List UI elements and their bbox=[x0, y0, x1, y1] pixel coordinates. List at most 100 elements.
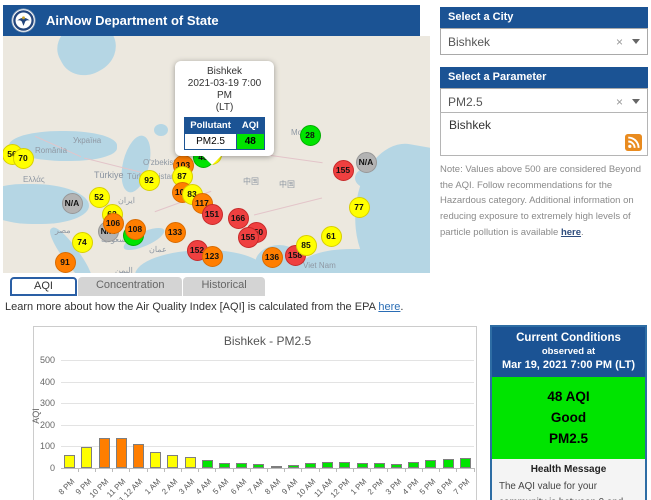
chart-x-tick bbox=[405, 468, 406, 472]
aqi-marker-91[interactable]: 91 bbox=[55, 252, 76, 273]
aqi-marker-123[interactable]: 123 bbox=[202, 246, 223, 267]
aqi-marker-106[interactable]: 106 bbox=[103, 213, 124, 234]
chart-y-tick-label: 500 bbox=[31, 355, 55, 365]
chart-bar-2-pm bbox=[374, 463, 385, 468]
learn-more-text: Learn more about how the Air Quality Ind… bbox=[5, 301, 403, 313]
popup-aqi-value: 48 bbox=[236, 134, 264, 150]
state-department-seal-icon bbox=[11, 8, 36, 33]
chart-bar-12-pm bbox=[339, 462, 350, 468]
chart-bar-4-pm bbox=[408, 462, 419, 468]
aqi-marker-N/A[interactable]: N/A bbox=[356, 152, 377, 173]
chart-x-tick bbox=[112, 468, 113, 472]
aqi-marker-77[interactable]: 77 bbox=[349, 197, 370, 218]
chart-x-tick bbox=[147, 468, 148, 472]
current-conditions-header: Current Conditions observed at Mar 19, 2… bbox=[492, 327, 645, 377]
map-country-label: 中国 bbox=[279, 179, 295, 190]
map-country-label: Ελλάς bbox=[23, 175, 45, 184]
feed-box-text: Bishkek bbox=[449, 118, 491, 132]
parameter-select[interactable]: PM2.5 × bbox=[440, 88, 648, 115]
map-country-label: مصر bbox=[55, 226, 71, 235]
chart-bar-9-am bbox=[288, 465, 299, 468]
note-suffix: . bbox=[581, 227, 584, 238]
popup-pollutant-value: PM2.5 bbox=[185, 134, 237, 150]
tab-aqi[interactable]: AQI bbox=[10, 277, 77, 296]
popup-col-aqi: AQI bbox=[236, 118, 264, 134]
chart-x-tick bbox=[129, 468, 130, 472]
current-pollutant: PM2.5 bbox=[492, 428, 645, 449]
current-aqi-category: Good bbox=[492, 407, 645, 428]
aqi-marker-74[interactable]: 74 bbox=[72, 232, 93, 253]
app-header: AirNow Department of State bbox=[3, 5, 420, 36]
tab-historical[interactable]: Historical bbox=[183, 277, 264, 296]
aqi-marker-151[interactable]: 151 bbox=[202, 204, 223, 225]
chart-x-tick bbox=[284, 468, 285, 472]
chart-bar-9-pm bbox=[81, 447, 92, 468]
map-popup: Bishkek 2021-03-19 7:00 PM (LT) Pollutan… bbox=[175, 61, 274, 156]
aqi-marker-52[interactable]: 52 bbox=[89, 187, 110, 208]
chart-bar-10-am bbox=[305, 463, 316, 468]
chart-gridline bbox=[61, 425, 474, 426]
particle-pollution-link[interactable]: here bbox=[561, 227, 581, 238]
beyond-aqi-note: Note: Values above 500 are considered Be… bbox=[440, 162, 651, 240]
aqi-marker-155[interactable]: 155 bbox=[238, 227, 259, 248]
map-country-label: Viet Nam bbox=[303, 261, 336, 270]
city-clear-icon[interactable]: × bbox=[616, 35, 623, 49]
chart-x-tick bbox=[422, 468, 423, 472]
city-select[interactable]: Bishkek × bbox=[440, 28, 648, 55]
aqi-marker-92[interactable]: 92 bbox=[139, 170, 160, 191]
chart-x-tick bbox=[370, 468, 371, 472]
chart-x-tick bbox=[319, 468, 320, 472]
select-city-header: Select a City bbox=[440, 7, 648, 28]
chart-bar-8-pm bbox=[64, 455, 75, 468]
map-country-label: ایران bbox=[118, 196, 135, 205]
chart-bar-11-am bbox=[322, 462, 333, 468]
chart-x-tick bbox=[456, 468, 457, 472]
chart-gridline bbox=[61, 382, 474, 383]
observed-at-label: observed at bbox=[494, 346, 643, 357]
chart-x-tick bbox=[439, 468, 440, 472]
map[interactable]: Bishkek 2021-03-19 7:00 PM (LT) Pollutan… bbox=[3, 36, 430, 273]
chart-bar-3-am bbox=[185, 457, 196, 468]
city-feed-box[interactable]: Bishkek bbox=[440, 112, 648, 156]
aqi-marker-136[interactable]: 136 bbox=[262, 247, 283, 268]
aqi-marker-70[interactable]: 70 bbox=[13, 148, 34, 169]
aqi-marker-61[interactable]: 61 bbox=[321, 226, 342, 247]
aqi-marker-108[interactable]: 108 bbox=[125, 219, 146, 240]
health-message-block: Health Message The AQI value for your co… bbox=[492, 459, 645, 500]
aqi-marker-155[interactable]: 155 bbox=[333, 160, 354, 181]
chart-x-tick bbox=[233, 468, 234, 472]
aqi-marker-133[interactable]: 133 bbox=[165, 222, 186, 243]
chart-x-tick bbox=[250, 468, 251, 472]
aqi-marker-N/A[interactable]: N/A bbox=[62, 193, 83, 214]
map-country-label: اليمن bbox=[115, 266, 133, 273]
chart-x-tick bbox=[336, 468, 337, 472]
tab-concentration[interactable]: Concentration bbox=[78, 277, 183, 296]
chart-bar-8-am bbox=[271, 466, 282, 468]
aqi-marker-166[interactable]: 166 bbox=[228, 208, 249, 229]
chart-bar-7-am bbox=[253, 464, 264, 468]
chart-y-tick-label: 0 bbox=[31, 463, 55, 473]
chart-x-tick bbox=[267, 468, 268, 472]
city-chevron-down-icon[interactable] bbox=[632, 39, 640, 44]
chart-y-tick-label: 300 bbox=[31, 398, 55, 408]
epa-link[interactable]: here bbox=[378, 301, 400, 313]
aqi-chart: Bishkek - PM2.5 AQI 01002003004005008 PM… bbox=[33, 326, 477, 500]
popup-city: Bishkek bbox=[179, 66, 270, 78]
map-country-label: România bbox=[35, 146, 67, 155]
rss-feed-icon[interactable] bbox=[625, 134, 642, 151]
parameter-clear-icon[interactable]: × bbox=[616, 95, 623, 109]
map-border-line bbox=[254, 198, 322, 216]
chart-bar-4-am bbox=[202, 460, 213, 468]
popup-col-pollutant: Pollutant bbox=[185, 118, 237, 134]
learn-more-prefix: Learn more about how the Air Quality Ind… bbox=[5, 301, 378, 313]
current-aqi-value: 48 AQI bbox=[492, 386, 645, 407]
health-message-title: Health Message bbox=[499, 464, 638, 475]
aqi-marker-28[interactable]: 28 bbox=[300, 125, 321, 146]
chart-x-tick bbox=[78, 468, 79, 472]
chart-y-tick-label: 200 bbox=[31, 420, 55, 430]
learn-more-suffix: . bbox=[400, 301, 403, 313]
chart-title: Bishkek - PM2.5 bbox=[61, 334, 474, 348]
chart-x-tick bbox=[387, 468, 388, 472]
aqi-marker-85[interactable]: 85 bbox=[296, 235, 317, 256]
parameter-chevron-down-icon[interactable] bbox=[632, 99, 640, 104]
